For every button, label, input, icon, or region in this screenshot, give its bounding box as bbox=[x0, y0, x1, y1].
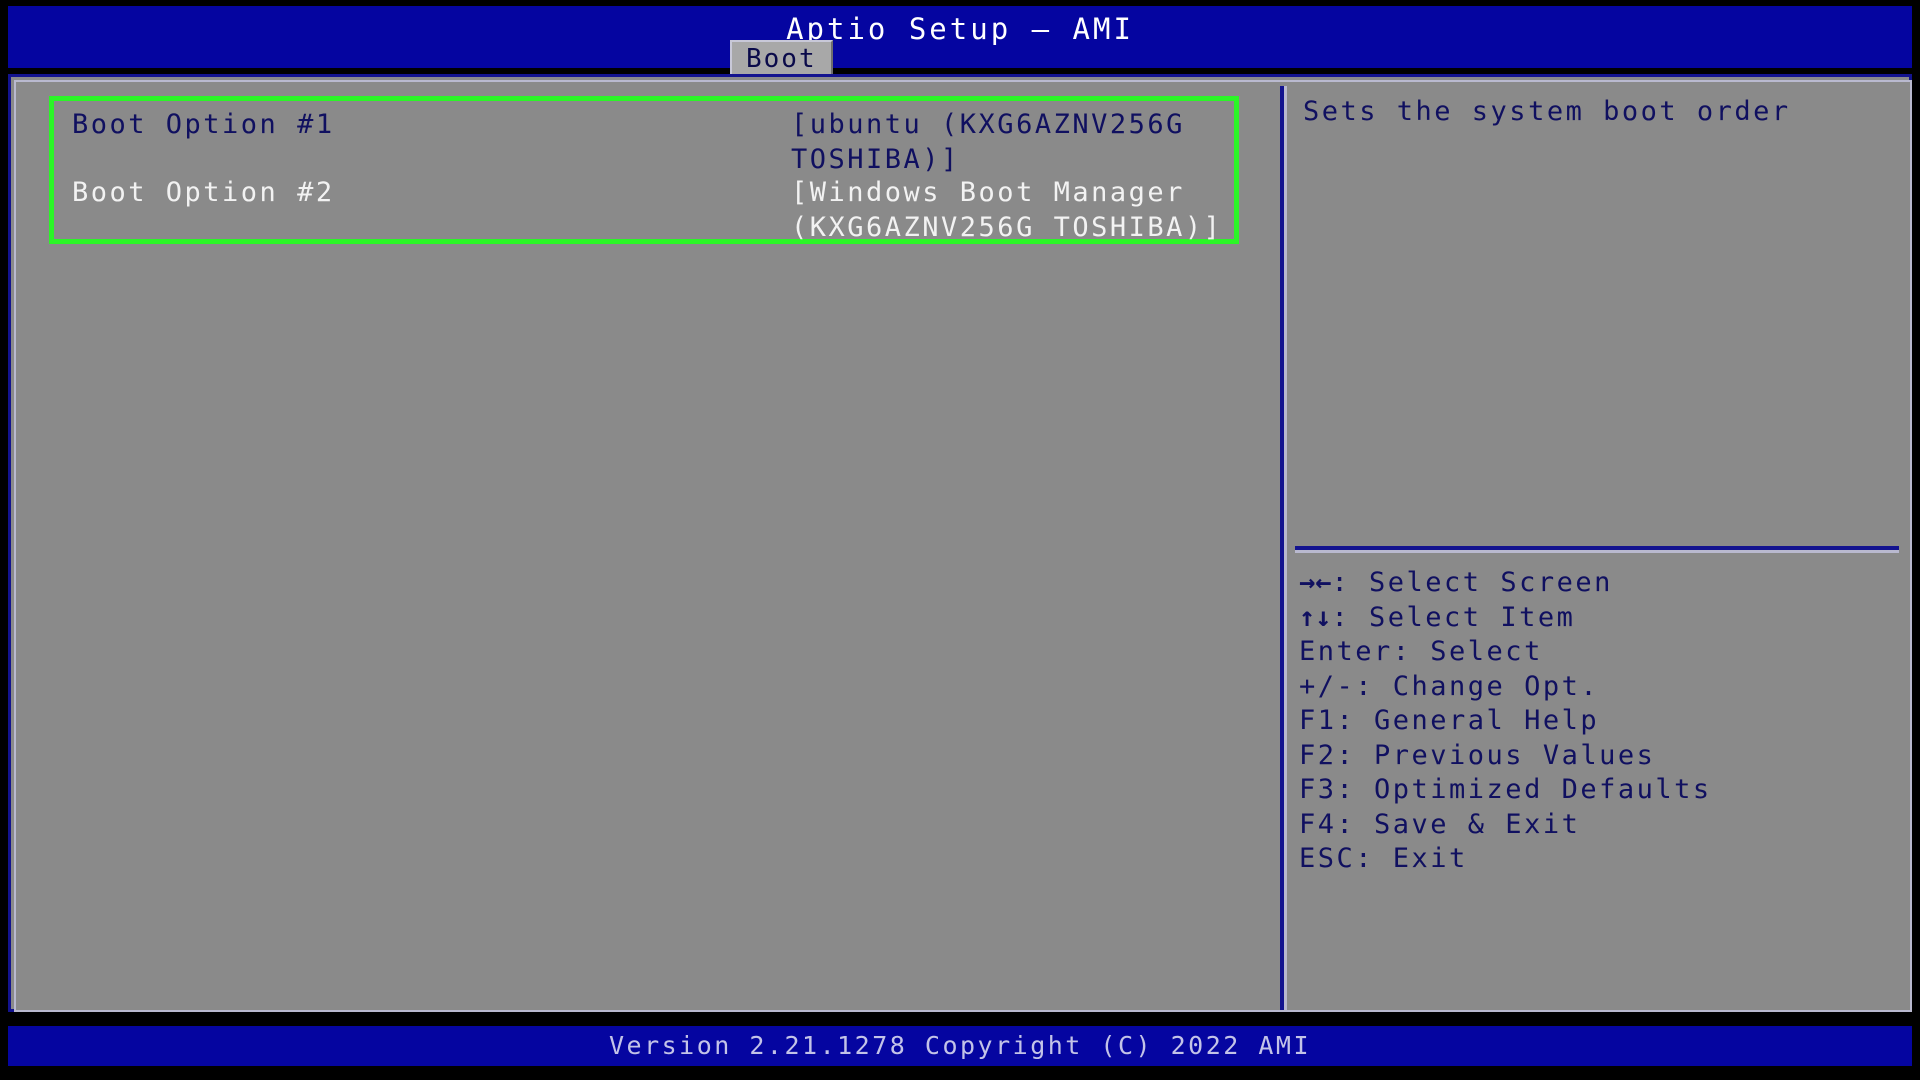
help-description: Sets the system boot order bbox=[1303, 96, 1791, 127]
boot-option-2-label: Boot Option #2 bbox=[72, 177, 335, 208]
setting-row-boot-option-1[interactable]: Boot Option #1 [ubuntu (KXG6AZNV256G TOS… bbox=[54, 107, 1234, 175]
key-legend-text: F2: Previous Values bbox=[1299, 739, 1656, 771]
help-panel: Sets the system boot order →←: Select Sc… bbox=[1287, 88, 1907, 1008]
key-legend-text: ESC: Exit bbox=[1299, 843, 1468, 874]
key-legend-text: Enter: Select bbox=[1299, 636, 1543, 667]
bios-setup-screen: Aptio Setup – AMI Boot Boot Option #1 [u… bbox=[0, 0, 1920, 1080]
setting-row-boot-option-2[interactable]: Boot Option #2 [Windows Boot Manager (KX… bbox=[54, 175, 1234, 243]
help-divider-rule-highlight bbox=[1295, 550, 1899, 553]
key-legend-text: : Select Item bbox=[1331, 601, 1576, 633]
key-legend-line: F4: Save & Exit bbox=[1299, 808, 1899, 843]
main-body-frame: Boot Option #1 [ubuntu (KXG6AZNV256G TOS… bbox=[8, 74, 1912, 1012]
boot-option-1-label: Boot Option #1 bbox=[72, 109, 335, 140]
key-legend-text: +/-: Change Opt. bbox=[1299, 670, 1600, 702]
key-legend-text: : Select Screen bbox=[1331, 567, 1613, 598]
boot-options-selection-box: Boot Option #1 [ubuntu (KXG6AZNV256G TOS… bbox=[49, 96, 1239, 244]
key-legend-line: Enter: Select bbox=[1299, 635, 1899, 670]
key-legend-line: ESC: Exit bbox=[1299, 842, 1899, 877]
arrow-keys-icon: →← bbox=[1299, 567, 1332, 598]
boot-option-1-value[interactable]: [ubuntu (KXG6AZNV256G TOSHIBA)] bbox=[791, 107, 1231, 177]
version-string: Version 2.21.1278 Copyright (C) 2022 AMI bbox=[608, 1031, 1312, 1060]
main-body-inner: Boot Option #1 [ubuntu (KXG6AZNV256G TOS… bbox=[14, 80, 1912, 1012]
key-legend-text: F4: Save & Exit bbox=[1299, 808, 1581, 840]
key-legend-line: →←: Select Screen bbox=[1299, 566, 1899, 601]
key-legend-text: F1: General Help bbox=[1299, 705, 1600, 736]
key-legend-line: ↑↓: Select Item bbox=[1299, 601, 1899, 636]
key-legend-text: F3: Optimized Defaults bbox=[1299, 774, 1712, 805]
tab-boot[interactable]: Boot bbox=[730, 40, 833, 74]
arrow-keys-icon: ↑↓ bbox=[1299, 601, 1332, 633]
menu-tab-bar: Boot bbox=[8, 40, 1912, 74]
version-bar: Version 2.21.1278 Copyright (C) 2022 AMI bbox=[8, 1026, 1912, 1066]
key-legend-line: F3: Optimized Defaults bbox=[1299, 773, 1899, 808]
key-legend-list: →←: Select Screen ↑↓: Select Item Enter: S… bbox=[1299, 566, 1899, 877]
key-legend-line: F2: Previous Values bbox=[1299, 739, 1899, 774]
settings-list: Boot Option #1 [ubuntu (KXG6AZNV256G TOS… bbox=[22, 88, 1276, 1008]
key-legend-line: +/-: Change Opt. bbox=[1299, 670, 1899, 705]
boot-option-2-value[interactable]: [Windows Boot Manager (KXG6AZNV256G TOSH… bbox=[791, 175, 1231, 245]
key-legend-line: F1: General Help bbox=[1299, 704, 1899, 739]
